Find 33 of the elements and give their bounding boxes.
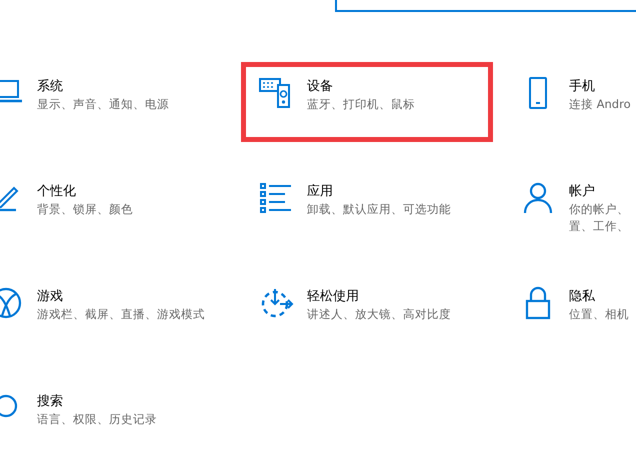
settings-tile[interactable]: 系统 显示、声音、通知、电源 — [0, 62, 241, 142]
tile-description: 连接 Andro — [569, 96, 631, 113]
settings-tile[interactable]: 个性化 背景、锁屏、颜色 — [0, 167, 241, 247]
settings-tile[interactable]: 隐私 位置、相机 — [503, 272, 636, 352]
tile-title: 帐户 — [569, 183, 595, 201]
tile-description: 卸载、默认应用、可选功能 — [307, 201, 451, 218]
tile-description: 你的帐户、 — [569, 201, 629, 218]
settings-tile[interactable]: 应用 卸载、默认应用、可选功能 — [241, 167, 503, 247]
tile-description: 显示、声音、通知、电源 — [37, 96, 169, 113]
tile-title: 设备 — [307, 78, 333, 96]
list-icon — [258, 180, 294, 216]
settings-tile[interactable]: 轻松使用 讲述人、放大镜、高对比度 — [241, 272, 503, 352]
tile-title: 搜索 — [37, 393, 63, 411]
settings-tile[interactable]: 游戏 游戏栏、截屏、直播、游戏模式 — [0, 272, 241, 352]
search-field[interactable] — [335, 0, 636, 12]
tile-title: 个性化 — [37, 183, 76, 201]
settings-tile[interactable]: 手机 连接 Andro — [503, 62, 636, 142]
tile-description: 位置、相机 — [569, 306, 629, 323]
tile-title: 系统 — [37, 78, 63, 96]
tile-description: 语言、权限、历史记录 — [37, 411, 157, 428]
tile-description: 背景、锁屏、颜色 — [37, 201, 133, 218]
settings-tile[interactable]: 设备 蓝牙、打印机、鼠标 — [241, 62, 493, 142]
tile-title: 隐私 — [569, 288, 595, 306]
tile-title: 游戏 — [37, 288, 63, 306]
tile-description: 蓝牙、打印机、鼠标 — [307, 96, 415, 113]
tile-description: 讲述人、放大镜、高对比度 — [307, 306, 451, 323]
tile-description: 游戏栏、截屏、直播、游戏模式 — [37, 306, 205, 323]
tile-description: 置、工作、 — [569, 218, 629, 235]
settings-tile[interactable]: 搜索 语言、权限、历史记录 — [0, 377, 241, 457]
settings-tile[interactable]: 帐户 你的帐户、 置、工作、 — [503, 167, 636, 247]
tile-title: 应用 — [307, 183, 333, 201]
tile-title: 手机 — [569, 78, 595, 96]
tile-title: 轻松使用 — [307, 288, 359, 306]
